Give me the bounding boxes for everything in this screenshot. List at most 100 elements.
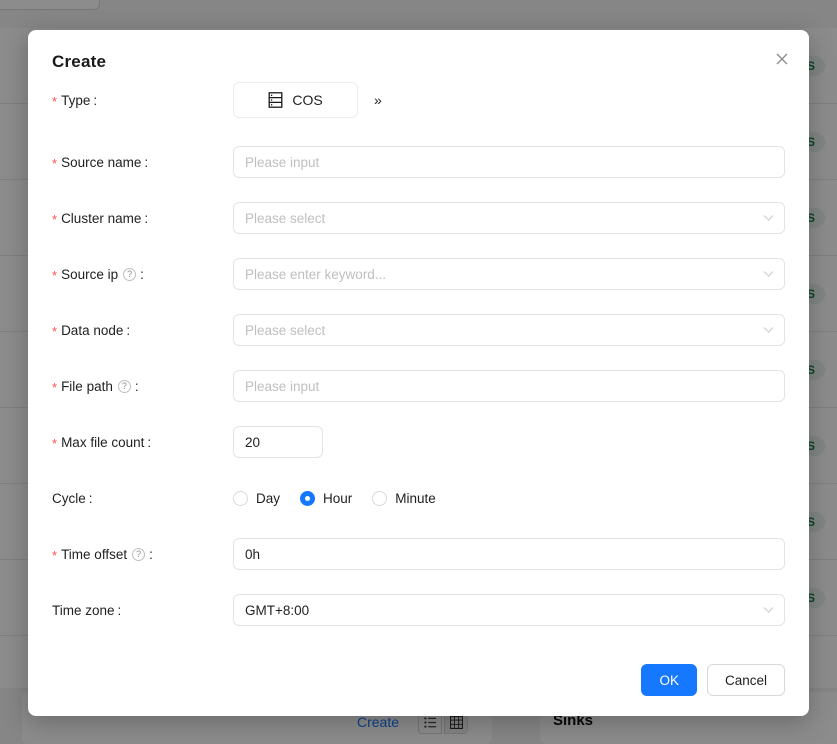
- label-colon: :: [93, 93, 97, 108]
- form-row-data-node: * Data node : Please select: [52, 314, 785, 346]
- radio-cycle-minute[interactable]: Minute: [372, 491, 436, 506]
- label-text: Data node: [61, 323, 123, 338]
- form-row-time-offset: * Time offset ? : 0h: [52, 538, 785, 570]
- required-marker: *: [52, 437, 57, 450]
- control-time-zone: GMT+8:00: [233, 594, 785, 626]
- chevron-down-icon: [763, 271, 774, 278]
- help-icon[interactable]: ?: [118, 380, 131, 393]
- label-text: Cycle: [52, 491, 86, 506]
- required-marker: *: [52, 325, 57, 338]
- label-time-zone: Time zone :: [52, 603, 233, 618]
- form-row-time-zone: Time zone : GMT+8:00: [52, 594, 785, 626]
- time-offset-input[interactable]: 0h: [233, 538, 785, 570]
- label-text: Type: [61, 93, 90, 108]
- file-path-placeholder: Please input: [245, 379, 319, 394]
- ok-button[interactable]: OK: [641, 664, 697, 696]
- dialog-form: * Type :: [28, 82, 809, 642]
- required-marker: *: [52, 381, 57, 394]
- type-cos-button[interactable]: COS: [233, 82, 358, 118]
- chevron-down-icon: [763, 327, 774, 334]
- dialog-title: Create: [52, 52, 106, 72]
- source-ip-select[interactable]: Please enter keyword...: [233, 258, 785, 290]
- time-zone-value: GMT+8:00: [245, 603, 309, 618]
- data-node-select[interactable]: Please select: [233, 314, 785, 346]
- label-file-path: * File path ? :: [52, 379, 233, 394]
- source-ip-placeholder: Please enter keyword...: [245, 267, 386, 282]
- dialog-footer: OK Cancel: [641, 664, 785, 696]
- label-text: Time offset: [61, 547, 127, 562]
- label-colon: :: [147, 435, 151, 450]
- page-root: SS SS nFlow SS SS SS SS SS ps: [0, 0, 837, 744]
- label-text: Source ip: [61, 267, 118, 282]
- form-row-type: * Type :: [52, 82, 785, 118]
- label-colon: :: [126, 323, 130, 338]
- close-icon[interactable]: [771, 48, 793, 70]
- radio-label: Day: [256, 491, 280, 506]
- label-cycle: Cycle :: [52, 491, 233, 506]
- label-text: Cluster name: [61, 211, 141, 226]
- control-file-path: Please input: [233, 370, 785, 402]
- form-row-max-file-count: * Max file count : 20: [52, 426, 785, 458]
- label-colon: :: [144, 211, 148, 226]
- time-zone-select[interactable]: GMT+8:00: [233, 594, 785, 626]
- required-marker: *: [52, 549, 57, 562]
- label-text: Max file count: [61, 435, 144, 450]
- max-file-count-input[interactable]: 20: [233, 426, 323, 458]
- label-text: File path: [61, 379, 113, 394]
- help-icon[interactable]: ?: [123, 268, 136, 281]
- required-marker: *: [52, 269, 57, 282]
- control-type: COS »: [233, 82, 785, 118]
- cancel-button[interactable]: Cancel: [707, 664, 785, 696]
- type-cos-label: COS: [292, 92, 322, 108]
- required-marker: *: [52, 157, 57, 170]
- cycle-radio-group[interactable]: Day Hour Minute: [233, 491, 456, 506]
- label-colon: :: [135, 379, 139, 394]
- radio-dot-icon: [300, 491, 315, 506]
- label-data-node: * Data node :: [52, 323, 233, 338]
- radio-dot-icon: [233, 491, 248, 506]
- control-data-node: Please select: [233, 314, 785, 346]
- required-marker: *: [52, 213, 57, 226]
- cluster-name-placeholder: Please select: [245, 211, 325, 226]
- create-dialog: Create * Type :: [28, 30, 809, 716]
- required-marker: *: [52, 95, 57, 108]
- control-cluster-name: Please select: [233, 202, 785, 234]
- control-source-ip: Please enter keyword...: [233, 258, 785, 290]
- label-type: * Type :: [52, 93, 233, 108]
- source-name-placeholder: Please input: [245, 155, 319, 170]
- database-icon: [268, 92, 283, 108]
- label-colon: :: [140, 267, 144, 282]
- label-source-ip: * Source ip ? :: [52, 267, 233, 282]
- help-icon[interactable]: ?: [132, 548, 145, 561]
- chevron-down-icon: [763, 215, 774, 222]
- form-row-source-name: * Source name : Please input: [52, 146, 785, 178]
- label-colon: :: [89, 491, 93, 506]
- data-node-placeholder: Please select: [245, 323, 325, 338]
- source-name-input[interactable]: Please input: [233, 146, 785, 178]
- label-colon: :: [144, 155, 148, 170]
- label-text: Source name: [61, 155, 141, 170]
- cluster-name-select[interactable]: Please select: [233, 202, 785, 234]
- form-row-file-path: * File path ? : Please input: [52, 370, 785, 402]
- control-cycle: Day Hour Minute: [233, 491, 785, 506]
- form-row-source-ip: * Source ip ? : Please enter keyword...: [52, 258, 785, 290]
- radio-label: Minute: [395, 491, 436, 506]
- control-time-offset: 0h: [233, 538, 785, 570]
- label-source-name: * Source name :: [52, 155, 233, 170]
- label-cluster-name: * Cluster name :: [52, 211, 233, 226]
- control-source-name: Please input: [233, 146, 785, 178]
- label-colon: :: [118, 603, 122, 618]
- chevron-double-right-icon[interactable]: »: [374, 92, 381, 108]
- radio-label: Hour: [323, 491, 352, 506]
- label-max-file-count: * Max file count :: [52, 435, 233, 450]
- radio-cycle-day[interactable]: Day: [233, 491, 280, 506]
- label-colon: :: [149, 547, 153, 562]
- chevron-down-icon: [763, 607, 774, 614]
- file-path-input[interactable]: Please input: [233, 370, 785, 402]
- radio-cycle-hour[interactable]: Hour: [300, 491, 352, 506]
- control-max-file-count: 20: [233, 426, 785, 458]
- label-time-offset: * Time offset ? :: [52, 547, 233, 562]
- radio-dot-icon: [372, 491, 387, 506]
- form-row-cycle: Cycle : Day Hour: [52, 482, 785, 514]
- form-row-cluster-name: * Cluster name : Please select: [52, 202, 785, 234]
